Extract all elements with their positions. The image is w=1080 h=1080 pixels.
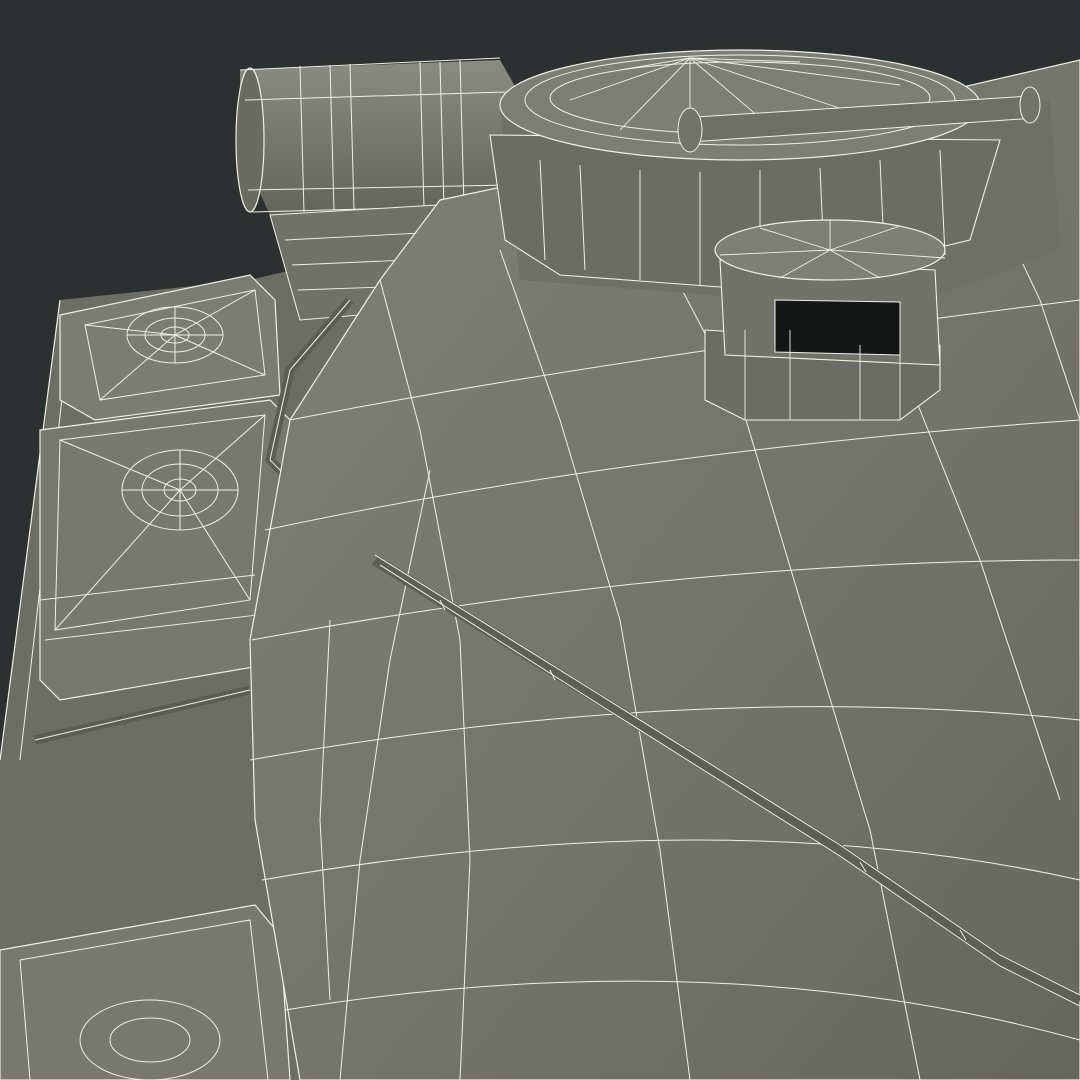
wireframe-model	[0, 0, 1080, 1080]
periscope-block	[704, 219, 946, 421]
render-viewport	[0, 0, 1080, 1080]
